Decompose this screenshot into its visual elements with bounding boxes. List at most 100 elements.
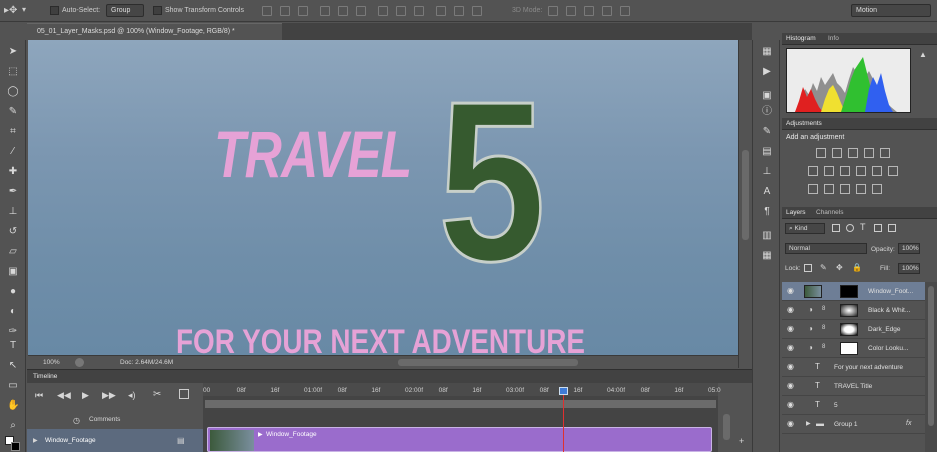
- threshold-icon[interactable]: [840, 184, 850, 194]
- scale-3d-icon[interactable]: [620, 6, 630, 16]
- workspace-dropdown[interactable]: Motion: [851, 4, 931, 17]
- visibility-eye-icon[interactable]: ◉: [787, 400, 794, 409]
- dodge-tool-icon[interactable]: ◐: [7, 306, 19, 318]
- quick-select-tool-icon[interactable]: ✎: [7, 106, 19, 118]
- zoom-tool-icon[interactable]: ⌕: [7, 420, 19, 432]
- color-lookup-icon[interactable]: [888, 166, 898, 176]
- layer-row[interactable]: ◉ T For your next adventure: [782, 358, 925, 377]
- visibility-eye-icon[interactable]: ◉: [787, 381, 794, 390]
- vertical-scrollbar[interactable]: [738, 40, 752, 368]
- hue-saturation-icon[interactable]: [808, 166, 818, 176]
- blur-tool-icon[interactable]: ●: [7, 286, 19, 298]
- move-tool-icon[interactable]: ➤: [7, 46, 19, 58]
- layer-row[interactable]: ◉ T 5: [782, 396, 925, 415]
- layer-row[interactable]: ◉ ◑ 8 Black & Whit...: [782, 301, 925, 320]
- tab-info[interactable]: Info: [828, 35, 839, 42]
- visibility-eye-icon[interactable]: ◉: [787, 286, 794, 295]
- tab-adjustments[interactable]: Adjustments: [786, 120, 822, 127]
- visibility-eye-icon[interactable]: ◉: [787, 419, 794, 428]
- work-area-bar[interactable]: [205, 400, 716, 408]
- history-brush-tool-icon[interactable]: ↺: [7, 226, 19, 238]
- status-menu-icon[interactable]: [75, 358, 84, 367]
- type-tool-icon[interactable]: T: [7, 340, 19, 352]
- info-icon[interactable]: ⓘ: [761, 106, 773, 118]
- gradient-map-icon[interactable]: [856, 184, 866, 194]
- tool-presets-icon[interactable]: ▥: [761, 230, 773, 242]
- show-transform-checkbox[interactable]: [153, 6, 162, 15]
- distribute-top-icon[interactable]: [378, 6, 388, 16]
- lock-transparent-icon[interactable]: [804, 264, 812, 272]
- chevron-down-icon[interactable]: ▾: [22, 5, 26, 14]
- layer-row[interactable]: ◉ Window_Foot...: [782, 282, 925, 301]
- eyedropper-tool-icon[interactable]: ⁄: [7, 146, 19, 158]
- vertical-scroll-thumb[interactable]: [742, 150, 749, 240]
- brightness-icon[interactable]: [816, 148, 826, 158]
- character-icon[interactable]: A: [761, 186, 773, 198]
- transition-icon[interactable]: [179, 389, 189, 399]
- hand-tool-icon[interactable]: ✋: [7, 400, 19, 412]
- previous-frame-icon[interactable]: ◀◀: [57, 390, 71, 401]
- brush-presets-icon[interactable]: ✎: [761, 126, 773, 138]
- expand-triangle-icon[interactable]: ▶: [806, 420, 811, 427]
- document-tab[interactable]: 05_01_Layer_Masks.psd @ 100% (Window_Foo…: [27, 23, 282, 40]
- align-left-icon[interactable]: [320, 6, 330, 16]
- selective-color-icon[interactable]: [872, 184, 882, 194]
- auto-select-checkbox[interactable]: [50, 6, 59, 15]
- playhead[interactable]: [563, 389, 564, 452]
- crop-tool-icon[interactable]: ⌗: [7, 126, 19, 138]
- align-bottom-icon[interactable]: [298, 6, 308, 16]
- slide-3d-icon[interactable]: [602, 6, 612, 16]
- expand-triangle-icon[interactable]: ▶: [33, 437, 38, 444]
- opacity-field[interactable]: 100%: [898, 243, 920, 254]
- distribute-left-icon[interactable]: [436, 6, 446, 16]
- photo-filter-icon[interactable]: [856, 166, 866, 176]
- align-top-icon[interactable]: [262, 6, 272, 16]
- path-select-tool-icon[interactable]: ↖: [7, 360, 19, 372]
- distribute-vcenter-icon[interactable]: [396, 6, 406, 16]
- layer-row[interactable]: ◉ ◑ 8 Color Looku...: [782, 339, 925, 358]
- playhead-handle[interactable]: [559, 387, 568, 395]
- layer-row[interactable]: ◉ ◑ 8 Dark_Edge: [782, 320, 925, 339]
- lock-all-icon[interactable]: 🔒: [852, 263, 862, 272]
- distribute-bottom-icon[interactable]: [414, 6, 424, 16]
- layers-scrollbar[interactable]: [925, 282, 937, 452]
- blend-mode-dropdown[interactable]: Normal: [785, 243, 867, 254]
- fx-icon[interactable]: fx: [906, 420, 911, 427]
- filter-adjustment-icon[interactable]: [846, 224, 854, 232]
- distribute-right-icon[interactable]: [472, 6, 482, 16]
- posterize-icon[interactable]: [824, 184, 834, 194]
- clip-triangle-icon[interactable]: ▶: [258, 431, 263, 438]
- channel-mixer-icon[interactable]: [872, 166, 882, 176]
- clone-stamp-tool-icon[interactable]: ⊥: [7, 206, 19, 218]
- lock-position-icon[interactable]: ✥: [836, 263, 843, 272]
- eraser-tool-icon[interactable]: ▱: [7, 246, 19, 258]
- align-vcenter-icon[interactable]: [280, 6, 290, 16]
- filter-type-icon[interactable]: T: [860, 222, 866, 232]
- brush-tool-icon[interactable]: ✒: [7, 186, 19, 198]
- film-strip-icon[interactable]: ▤: [177, 436, 185, 445]
- timeline-scrollbar[interactable]: [723, 414, 730, 440]
- auto-select-dropdown[interactable]: Group: [106, 4, 144, 17]
- canvas[interactable]: TRAVEL 5 FOR YOUR NEXT ADVENTURE: [28, 40, 738, 355]
- next-frame-icon[interactable]: ▶▶: [102, 390, 116, 401]
- actions-play-icon[interactable]: ▶: [761, 66, 773, 78]
- filter-smart-object-icon[interactable]: [888, 224, 896, 232]
- lock-image-icon[interactable]: ✎: [820, 263, 827, 272]
- gradient-tool-icon[interactable]: ▣: [7, 266, 19, 278]
- horizontal-scrollbar[interactable]: [398, 359, 578, 366]
- pen-tool-icon[interactable]: ✑: [7, 326, 19, 338]
- roll-3d-icon[interactable]: [566, 6, 576, 16]
- layer-mask-thumbnail[interactable]: [840, 342, 858, 355]
- background-color-swatch[interactable]: [11, 442, 20, 451]
- filter-pixel-icon[interactable]: [832, 224, 840, 232]
- color-balance-icon[interactable]: [824, 166, 834, 176]
- track-header[interactable]: ▶ Window_Footage ▤: [27, 429, 203, 452]
- visibility-eye-icon[interactable]: ◉: [787, 343, 794, 352]
- align-right-icon[interactable]: [356, 6, 366, 16]
- properties-icon[interactable]: ▣: [761, 90, 773, 102]
- brush-icon[interactable]: ▤: [761, 146, 773, 158]
- filter-shape-icon[interactable]: [874, 224, 882, 232]
- tab-channels[interactable]: Channels: [816, 209, 843, 216]
- vibrance-icon[interactable]: [880, 148, 890, 158]
- add-track-icon[interactable]: +: [739, 436, 744, 446]
